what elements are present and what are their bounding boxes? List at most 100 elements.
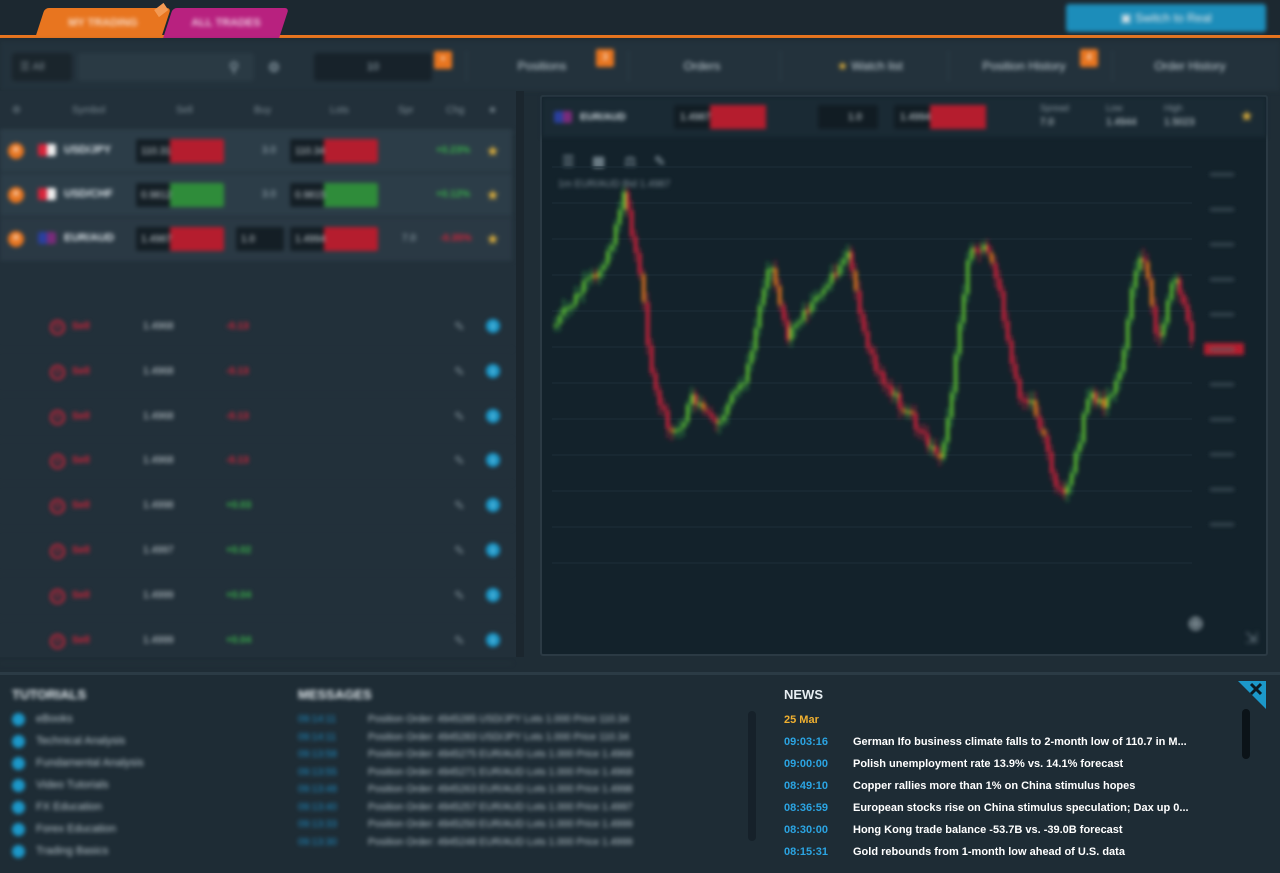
news-scrollbar[interactable]	[1242, 709, 1250, 759]
favorite-star-icon[interactable]: ★	[486, 186, 499, 204]
edit-trade-icon[interactable]: ✎	[454, 364, 465, 380]
messages-scrollbar[interactable]	[748, 711, 756, 841]
news-headline[interactable]: German Ifo business climate falls to 2-m…	[853, 736, 1193, 748]
edit-trade-icon[interactable]: ✎	[454, 588, 465, 604]
candle-body	[834, 273, 838, 277]
settings-icon[interactable]: ⚙	[12, 105, 21, 116]
info-icon[interactable]: i	[486, 408, 500, 423]
tutorial-link[interactable]: FX Education	[36, 801, 102, 813]
trade-row[interactable]: ✕ Sell 1.4998 +0.03 ✎ i	[0, 484, 512, 530]
sell-price-button[interactable]: 0.9812	[136, 183, 224, 207]
trade-row[interactable]: ✕ Sell 1.4968 -0.13 ✎ i	[0, 305, 512, 350]
instrument-row-usdchf[interactable]: ✕ USD/CHF 0.9812 3.0 0.9815 +0.12% ★	[0, 173, 512, 217]
tutorial-link[interactable]: Forex Education	[36, 823, 116, 835]
candle-body	[854, 270, 858, 291]
buy-price-button[interactable]: 0.9815	[290, 183, 378, 207]
close-trade-icon[interactable]: ✕	[50, 320, 65, 335]
tutorial-link[interactable]: Fundamental Analysis	[36, 757, 144, 769]
trade-row[interactable]: ✕ Sell 1.4968 -0.13 ✎ i	[0, 395, 512, 440]
close-positions-icon[interactable]: ✕	[8, 143, 24, 159]
close-positions-icon[interactable]: ✕	[8, 187, 24, 203]
trade-row[interactable]: ✕ Sell 1.4997 +0.02 ✎ i	[0, 529, 512, 574]
tutorial-link[interactable]: Trading Basics	[36, 845, 108, 857]
close-trade-icon[interactable]: ✕	[50, 364, 65, 380]
close-trade-icon[interactable]: ✕	[50, 409, 65, 425]
trade-row[interactable]: ✕ Sell 1.4999 +0.04 ✎ i	[0, 574, 512, 619]
chart-sell-button[interactable]: 1.4987	[674, 105, 766, 129]
trade-side: Sell	[72, 634, 90, 646]
candle-body	[1078, 442, 1082, 452]
sell-price-button[interactable]: 1.4987	[136, 227, 224, 251]
tab-my-trading[interactable]: MY TRADING	[35, 2, 171, 38]
tab-all-trades[interactable]: ALL TRADES	[163, 8, 289, 38]
sell-price-button[interactable]: 110.31	[136, 139, 224, 163]
nav-positions[interactable]: Positions	[490, 55, 594, 77]
lots-input[interactable]: 1.0	[236, 227, 284, 251]
candlestick-chart[interactable]	[542, 137, 1266, 654]
nav-position-history[interactable]: Position History	[964, 55, 1084, 77]
instrument-row-euraud[interactable]: ✕ EUR/AUD 1.4987 1.0 1.4994 7.0 -0.35% ★	[0, 217, 512, 261]
nav-order-history[interactable]: Order History	[1132, 55, 1248, 77]
info-icon[interactable]: i	[486, 632, 500, 647]
candle-body	[738, 384, 742, 391]
settings-icon[interactable]: ⚙	[266, 59, 282, 75]
news-headline[interactable]: Gold rebounds from 1-month low ahead of …	[853, 846, 1193, 858]
favorite-star-icon[interactable]: ★	[1240, 107, 1253, 125]
edit-trade-icon[interactable]: ✎	[454, 319, 465, 335]
trade-pl: +0.03	[222, 500, 251, 511]
resize-icon[interactable]: ⇲	[1245, 628, 1258, 648]
chart-lots-input[interactable]: 1.0	[818, 105, 878, 129]
trade-row[interactable]: ✕ Sell 1.4968 -0.13 ✎ i	[0, 439, 512, 485]
close-trade-icon[interactable]: ✕	[50, 588, 65, 604]
info-icon[interactable]: i	[486, 319, 500, 333]
favorite-star-icon[interactable]: ★	[486, 230, 499, 248]
candle-body	[1058, 486, 1062, 490]
news-headline[interactable]: Copper rallies more than 1% on China sti…	[853, 780, 1193, 792]
candle-body	[810, 301, 814, 312]
info-icon[interactable]: i	[486, 498, 500, 513]
zoom-control-icon[interactable]: ⊕	[1187, 611, 1204, 636]
favorite-star-icon[interactable]: ★	[486, 142, 499, 160]
close-trade-icon[interactable]: ✕	[50, 633, 65, 649]
edit-trade-icon[interactable]: ✎	[454, 498, 465, 514]
candle-body	[898, 393, 902, 409]
candle-body	[986, 244, 990, 253]
close-trade-icon[interactable]: ✕	[50, 454, 65, 470]
stat-label: Low	[1106, 103, 1123, 113]
trade-pl-value: -0.13	[226, 321, 249, 332]
chart-buy-button[interactable]: 1.4994	[894, 105, 986, 129]
news-headline[interactable]: European stocks rise on China stimulus s…	[853, 802, 1193, 814]
info-icon[interactable]: i	[486, 453, 500, 468]
info-icon[interactable]: i	[486, 587, 500, 602]
news-headline[interactable]: Polish unemployment rate 13.9% vs. 14.1%…	[853, 758, 1193, 770]
nav-divider	[780, 51, 781, 81]
candle-body	[1098, 398, 1102, 404]
tutorial-link[interactable]: Video Tutorials	[36, 779, 109, 791]
info-icon[interactable]: i	[486, 363, 500, 378]
nav-orders[interactable]: Orders	[650, 55, 754, 77]
tutorial-link[interactable]: eBooks	[36, 713, 73, 725]
close-trade-icon[interactable]: ✕	[50, 499, 65, 515]
account-select[interactable]: ☰ All	[12, 53, 72, 81]
watch-scrollbar[interactable]	[516, 91, 524, 657]
close-trade-icon[interactable]: ✕	[50, 544, 65, 559]
close-positions-icon[interactable]: ✕	[8, 231, 24, 247]
switch-account-button[interactable]: ▣ Switch to Real	[1066, 4, 1266, 32]
news-headline[interactable]: Hong Kong trade balance -53.7B vs. -39.0…	[853, 824, 1193, 836]
search-icon[interactable]: ⚲	[226, 59, 242, 75]
edit-trade-icon[interactable]: ✎	[454, 633, 465, 649]
close-icon[interactable]	[1236, 679, 1268, 711]
trade-row[interactable]: ✕ Sell 1.4968 -0.13 ✎ i	[0, 350, 512, 395]
trade-row[interactable]: ✕ Sell 1.4999 +0.04 ✎ i	[0, 619, 512, 664]
nav-watch-list[interactable]: ★ Watch list	[818, 55, 922, 77]
buy-price-button[interactable]: 110.34	[290, 139, 378, 163]
edit-trade-icon[interactable]: ✎	[454, 453, 465, 469]
edit-trade-icon[interactable]: ✎	[454, 543, 465, 559]
tutorial-link[interactable]: Technical Analysis	[36, 735, 125, 747]
instrument-row-usdjpy[interactable]: ✕ USD/JPY 110.31 3.0 110.34 +0.23% ★	[0, 129, 512, 173]
info-icon[interactable]: i	[486, 543, 500, 557]
edit-trade-icon[interactable]: ✎	[454, 409, 465, 425]
lot-size-input[interactable]: 10	[314, 53, 432, 81]
tutorial-bullet-icon	[12, 845, 25, 858]
buy-price-button[interactable]: 1.4994	[290, 227, 378, 251]
